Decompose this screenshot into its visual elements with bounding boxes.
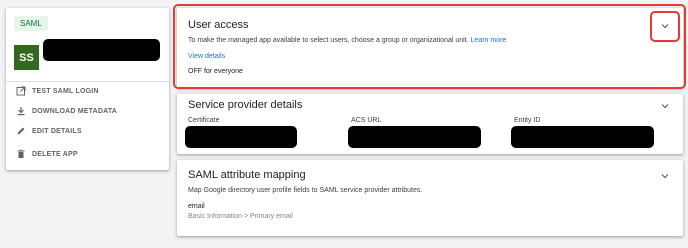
redacted-app-name (43, 39, 160, 61)
trash-icon (17, 149, 25, 158)
certificate-label: Certificate (188, 117, 220, 124)
service-provider-card[interactable]: Service provider details Certificate ACS… (177, 94, 683, 154)
app-summary-card: SAML SS TEST SAML LOGIN DOWNLOAD METADAT… (6, 8, 169, 170)
user-access-highlight (173, 4, 686, 89)
attribute-mapping-card[interactable]: SAML attribute mapping Map Google direct… (177, 160, 683, 236)
action-label: TEST SAML LOGIN (32, 87, 99, 95)
open-in-new-icon (16, 86, 26, 96)
download-metadata-button[interactable]: DOWNLOAD METADATA (16, 105, 117, 117)
pencil-icon (17, 127, 25, 135)
attribute-source: Basic Information > Primary email (188, 213, 293, 220)
download-icon (17, 107, 25, 116)
acs-url-label: ACS URL (351, 117, 382, 124)
entity-id-label: Entity ID (514, 117, 541, 124)
expand-button-highlight (650, 11, 680, 42)
attribute-mapping-title: SAML attribute mapping (188, 169, 306, 181)
attribute-mapping-description: Map Google directory user profile fields… (188, 187, 423, 194)
redacted-acs-url (348, 126, 481, 148)
saml-badge: SAML (14, 16, 48, 31)
divider (6, 81, 169, 82)
chevron-down-icon[interactable] (660, 101, 670, 111)
action-label: EDIT DETAILS (32, 127, 82, 135)
action-label: DELETE APP (32, 150, 78, 158)
attribute-name: email (188, 203, 205, 210)
delete-app-button[interactable]: DELETE APP (16, 148, 78, 160)
service-provider-title: Service provider details (188, 99, 303, 111)
action-label: DOWNLOAD METADATA (32, 107, 118, 115)
edit-details-button[interactable]: EDIT DETAILS (16, 125, 82, 137)
chevron-down-icon[interactable] (660, 171, 670, 181)
app-avatar: SS (14, 45, 39, 70)
test-saml-login-button[interactable]: TEST SAML LOGIN (16, 85, 99, 97)
redacted-entity-id (511, 126, 654, 148)
redacted-certificate (185, 126, 297, 148)
